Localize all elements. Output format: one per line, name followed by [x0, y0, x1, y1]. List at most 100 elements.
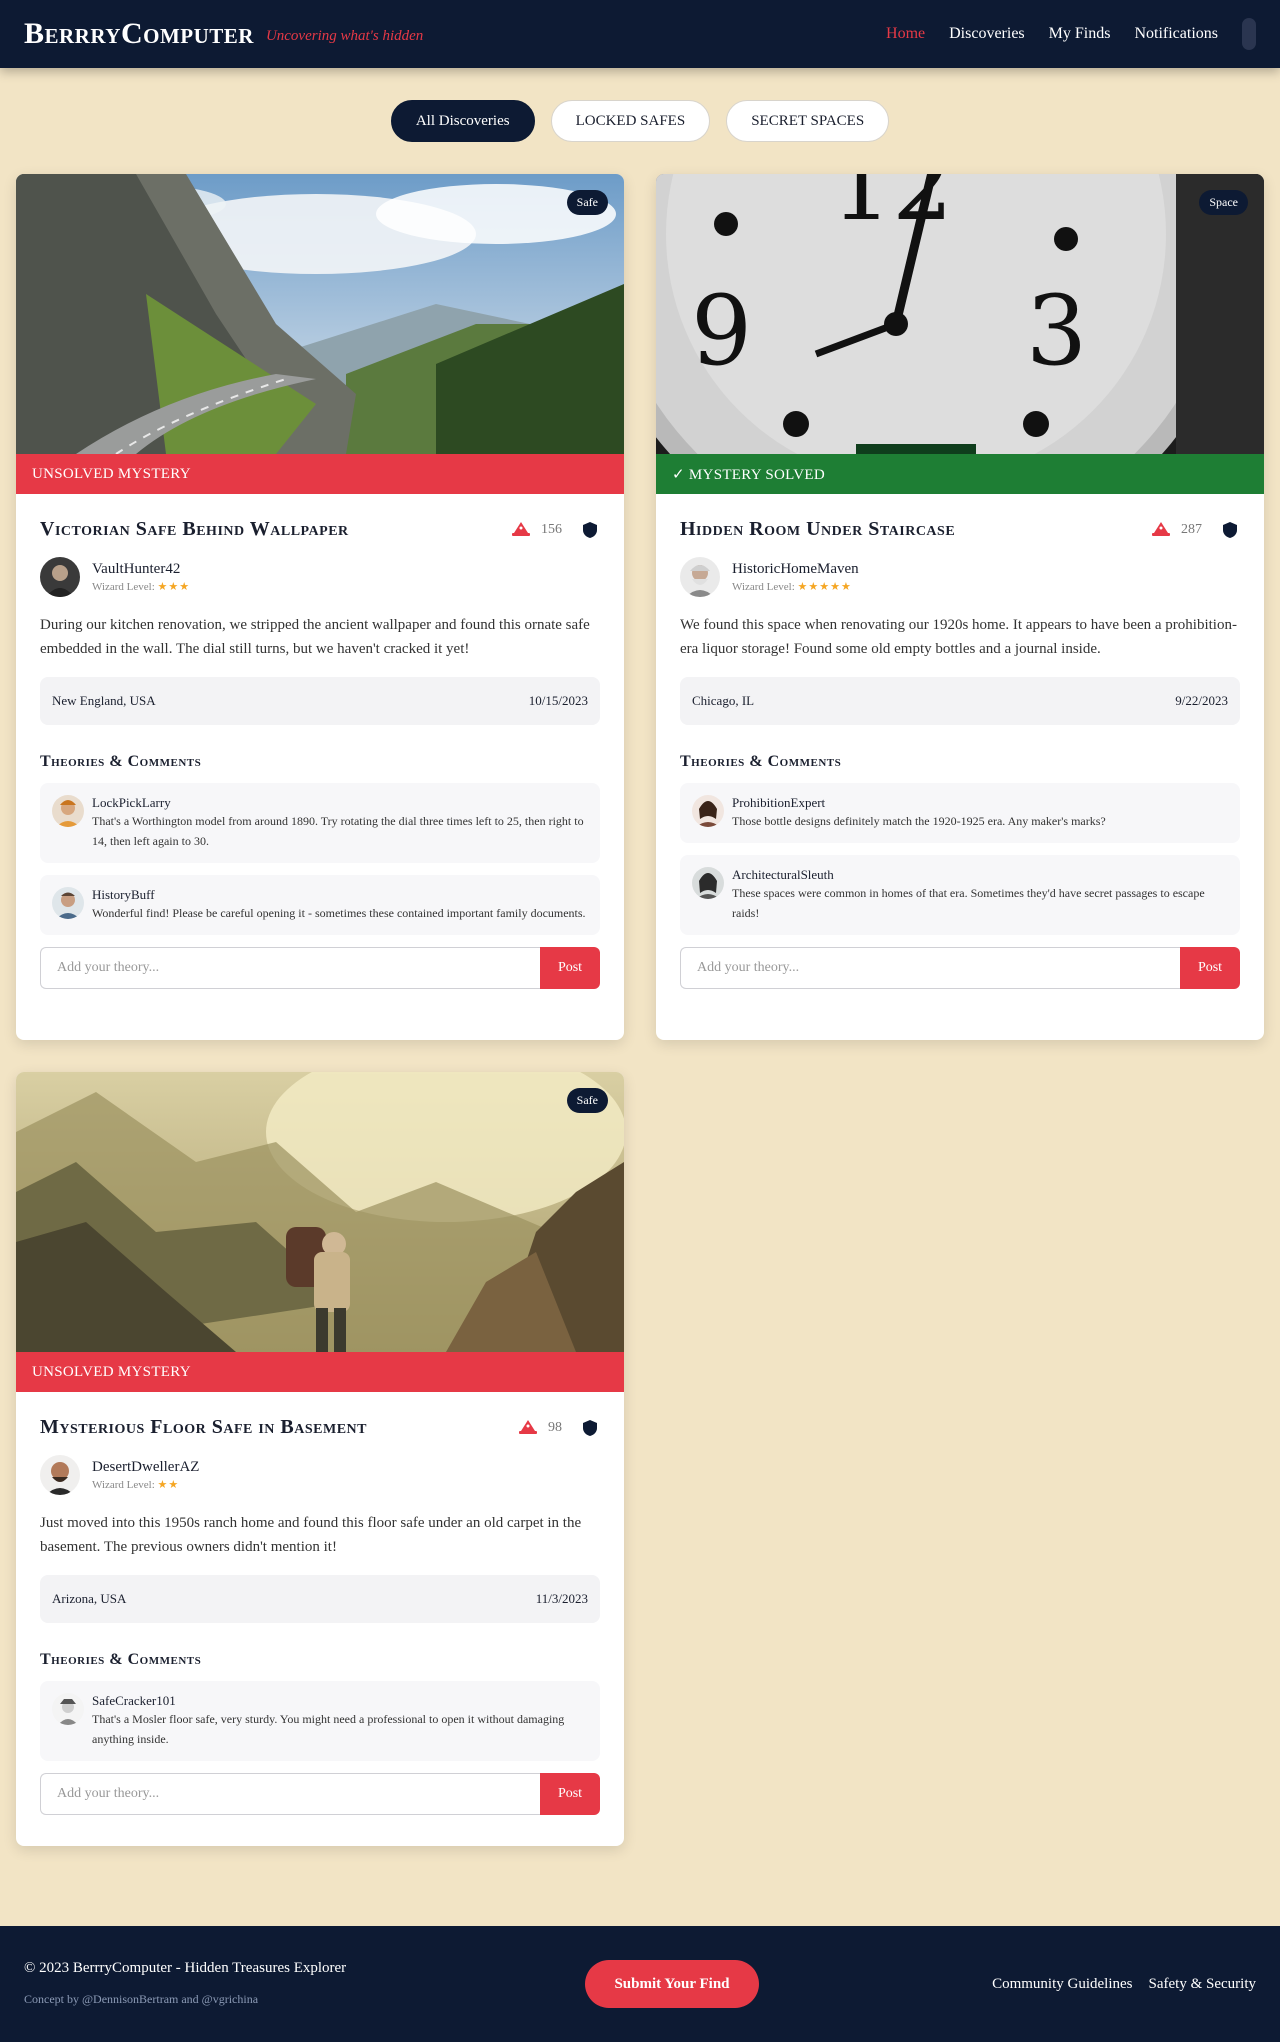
- location-text: Chicago, IL: [692, 693, 755, 708]
- mountain-road-photo: [16, 174, 624, 454]
- comment-author[interactable]: ProhibitionExpert: [732, 795, 1106, 811]
- footer-copyright: © 2023 BerrryComputer - Hidden Treasures…: [24, 1960, 347, 1976]
- type-badge: Safe: [566, 190, 608, 215]
- comment-item: HistoryBuff Wonderful find! Please be ca…: [40, 875, 600, 935]
- comment-author[interactable]: LockPickLarry: [92, 795, 588, 811]
- wizard-hat-icon[interactable]: [518, 1419, 538, 1437]
- nav-link-home[interactable]: Home: [886, 25, 925, 43]
- author-name[interactable]: DesertDwellerAZ: [92, 1459, 199, 1476]
- discovery-title[interactable]: Victorian Safe Behind Wallpaper: [40, 518, 511, 541]
- nav-link-discoveries[interactable]: Discoveries: [949, 25, 1025, 43]
- discovery-title[interactable]: Mysterious Floor Safe in Basement: [40, 1416, 518, 1439]
- location-text: New England, USA: [52, 693, 156, 708]
- footer-link-safety[interactable]: Safety & Security: [1149, 1976, 1256, 1993]
- footer-link-guidelines[interactable]: Community Guidelines: [992, 1976, 1132, 1993]
- shield-icon[interactable]: [580, 521, 600, 539]
- status-bar-solved: ✓ MYSTERY SOLVED: [656, 454, 1264, 494]
- discovery-photo[interactable]: 12 9 3 Space: [656, 174, 1264, 454]
- discovery-card: Safe UNSOLVED MYSTERY Victorian Safe Beh…: [16, 174, 624, 1040]
- brand-logo[interactable]: BerrryComputer: [24, 17, 254, 51]
- vote-count: 156: [541, 521, 562, 537]
- discovery-description: We found this space when renovating our …: [680, 617, 1237, 657]
- wizard-level: Wizard Level: ★★: [92, 1479, 180, 1491]
- comments-heading: Theories & Comments: [40, 1651, 202, 1668]
- avatar[interactable]: [52, 795, 84, 827]
- brand-tagline: Uncovering what's hidden: [265, 27, 424, 44]
- svg-text:3: 3: [1026, 275, 1087, 387]
- add-theory-row: Add your theory... Post: [40, 1773, 600, 1815]
- author-name[interactable]: HistoricHomeMaven: [732, 561, 859, 578]
- shield-icon[interactable]: [1220, 521, 1240, 539]
- comment-text: Wonderful find! Please be careful openin…: [92, 906, 586, 920]
- add-theory-row: Add your theory... Post: [680, 947, 1240, 989]
- location-date-box: New England, USA 10/15/2023: [40, 677, 600, 725]
- svg-text:9: 9: [691, 275, 752, 387]
- status-bar-unsolved: UNSOLVED MYSTERY: [16, 1352, 624, 1392]
- post-button[interactable]: Post: [1180, 947, 1240, 989]
- type-badge: Space: [1199, 190, 1248, 215]
- avatar[interactable]: [40, 1455, 80, 1495]
- avatar[interactable]: [52, 887, 84, 919]
- nav-link-notifications[interactable]: Notifications: [1134, 25, 1218, 43]
- comment-item: LockPickLarry That's a Worthington model…: [40, 783, 600, 863]
- wizard-stars: ★★★★★: [797, 581, 852, 593]
- nav-link-my-finds[interactable]: My Finds: [1049, 25, 1111, 43]
- nav-links: Home Discoveries My Finds Notifications …: [886, 18, 1256, 50]
- theory-input[interactable]: Add your theory...: [680, 947, 1180, 989]
- add-theory-row: Add your theory... Post: [40, 947, 600, 989]
- wizard-hat-icon[interactable]: [511, 521, 531, 539]
- author-info: VaultHunter42 Wizard Level: ★★★: [40, 557, 600, 597]
- avatar[interactable]: [692, 867, 724, 899]
- avatar[interactable]: [52, 1693, 84, 1725]
- shield-icon[interactable]: [580, 1419, 600, 1437]
- comments-heading: Theories & Comments: [680, 753, 842, 770]
- comment-text: That's a Worthington model from around 1…: [92, 814, 584, 848]
- vote-count: 98: [548, 1419, 562, 1435]
- filter-bar: All Discoveries LOCKED SAFES SECRET SPAC…: [0, 100, 1280, 142]
- theory-input[interactable]: Add your theory...: [40, 1773, 540, 1815]
- author-info: HistoricHomeMaven Wizard Level: ★★★★★: [680, 557, 1240, 597]
- theory-input[interactable]: Add your theory...: [40, 947, 540, 989]
- wizard-stars: ★★★: [157, 581, 191, 593]
- user-menu-icon[interactable]:  : [1242, 18, 1256, 50]
- avatar[interactable]: [40, 557, 80, 597]
- avatar[interactable]: [680, 557, 720, 597]
- discovery-title[interactable]: Hidden Room Under Staircase: [680, 518, 1151, 541]
- hiker-mountain-photo: [16, 1072, 624, 1352]
- author-info: DesertDwellerAZ Wizard Level: ★★: [40, 1455, 600, 1495]
- discovery-card: 12 9 3 Space ✓ MYSTERY SOLVED Hidden Roo…: [656, 174, 1264, 1040]
- wizard-stars: ★★: [157, 1479, 180, 1491]
- comment-text: That's a Mosler floor safe, very sturdy.…: [92, 1712, 565, 1746]
- discovery-photo[interactable]: Safe: [16, 1072, 624, 1352]
- comment-author[interactable]: SafeCracker101: [92, 1693, 588, 1709]
- comment-item: ArchitecturalSleuth These spaces were co…: [680, 855, 1240, 935]
- discovery-card: Safe UNSOLVED MYSTERY Mysterious Floor S…: [16, 1072, 624, 1846]
- filter-secret-spaces[interactable]: SECRET SPACES: [726, 100, 890, 142]
- location-date-box: Arizona, USA 11/3/2023: [40, 1575, 600, 1623]
- footer-credits: Concept by @DennisonBertram and @vgrichi…: [24, 1992, 259, 2006]
- comment-text: These spaces were common in homes of tha…: [732, 886, 1205, 920]
- comment-author[interactable]: ArchitecturalSleuth: [732, 867, 1228, 883]
- filter-locked-safes[interactable]: LOCKED SAFES: [550, 100, 711, 142]
- date-text: 11/3/2023: [535, 1591, 588, 1606]
- comment-author[interactable]: HistoryBuff: [92, 887, 586, 903]
- svg-text:12: 12: [831, 174, 953, 242]
- page-footer: © 2023 BerrryComputer - Hidden Treasures…: [0, 1926, 1280, 2042]
- top-navbar: BerrryComputer Uncovering what's hidden …: [0, 0, 1280, 68]
- avatar[interactable]: [692, 795, 724, 827]
- wizard-hat-icon[interactable]: [1151, 521, 1171, 539]
- date-text: 10/15/2023: [528, 693, 588, 708]
- submit-find-button[interactable]: Submit Your Find: [585, 1960, 759, 2008]
- discovery-photo[interactable]: Safe: [16, 174, 624, 454]
- location-text: Arizona, USA: [52, 1591, 127, 1606]
- status-bar-unsolved: UNSOLVED MYSTERY: [16, 454, 624, 494]
- comment-text: Those bottle designs definitely match th…: [732, 814, 1106, 828]
- post-button[interactable]: Post: [540, 1773, 600, 1815]
- filter-all-discoveries[interactable]: All Discoveries: [390, 100, 535, 142]
- author-name[interactable]: VaultHunter42: [92, 561, 190, 578]
- location-date-box: Chicago, IL 9/22/2023: [680, 677, 1240, 725]
- date-text: 9/22/2023: [1175, 693, 1228, 708]
- comments-heading: Theories & Comments: [40, 753, 202, 770]
- post-button[interactable]: Post: [540, 947, 600, 989]
- footer-links: Community Guidelines Safety & Security: [992, 1976, 1256, 1993]
